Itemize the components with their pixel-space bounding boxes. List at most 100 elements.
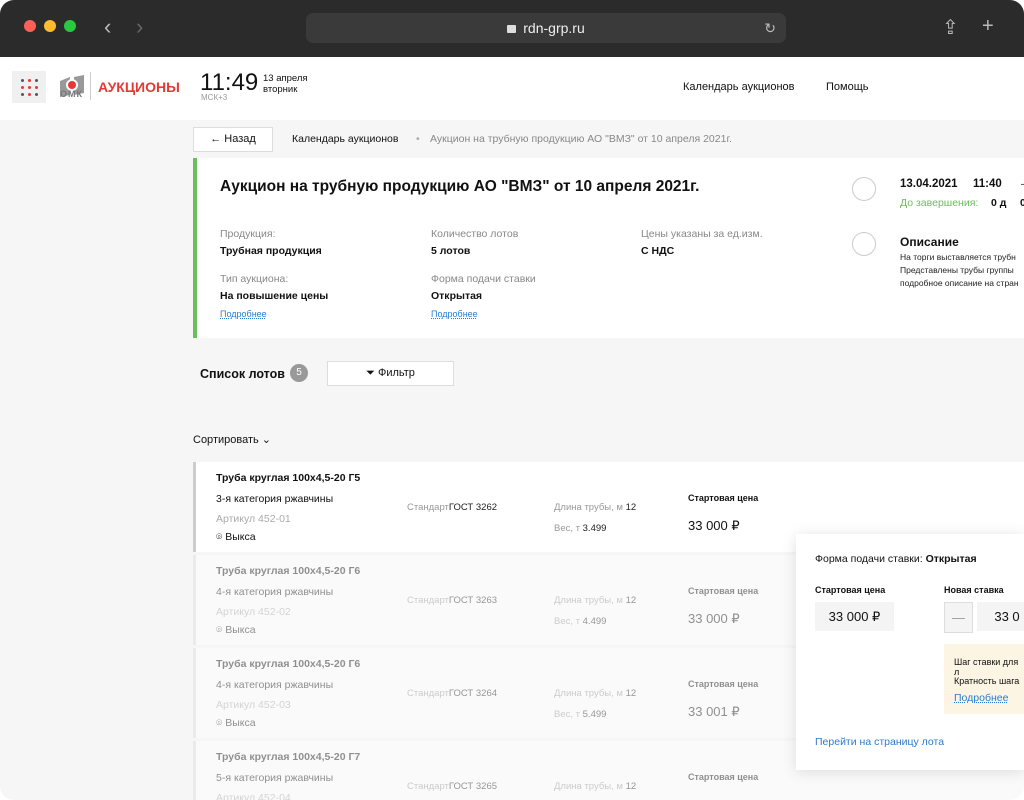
- standard-label: Стандарт: [407, 688, 449, 699]
- field-label: Продукция:: [220, 228, 276, 240]
- price-label: Стартовая цена: [688, 679, 759, 689]
- new-bid-label: Новая ставка: [944, 585, 1004, 595]
- countdown-label: До завершения:: [900, 197, 979, 209]
- brand-title[interactable]: АУКЦИОНЫ: [98, 79, 180, 95]
- location-pin-icon: ⌾: [216, 717, 223, 729]
- weight-value: 4.499: [582, 616, 607, 627]
- back-arrow-icon[interactable]: ‹: [104, 14, 111, 40]
- weight-label: Вес, т: [554, 523, 580, 534]
- lot-name[interactable]: Труба круглая 100х4,5-20 Г6: [216, 658, 360, 670]
- length-label: Длина трубы, м: [554, 688, 623, 699]
- document-icon: [852, 232, 876, 256]
- standard-value: ГОСТ 3262: [448, 502, 498, 513]
- browser-toolbar: ‹ › rdn-grp.ru ↻ ⇪ +: [0, 0, 1024, 57]
- price-value: 33 000 ₽: [688, 611, 740, 626]
- length-label: Длина трубы, м: [554, 502, 623, 513]
- close-window-button[interactable]: [24, 20, 36, 32]
- lot-name[interactable]: Труба круглая 100х4,5-20 Г7: [216, 751, 360, 763]
- forward-arrow-icon[interactable]: ›: [136, 14, 143, 40]
- lot-article: Артикул 452-02: [216, 606, 291, 618]
- standard-value: ГОСТ 3265: [448, 781, 498, 792]
- decrement-button[interactable]: —: [944, 602, 973, 633]
- lot-name[interactable]: Труба круглая 100х4,5-20 Г6: [216, 565, 360, 577]
- bid-popover: Форма подачи ставки: Открытая Стартовая …: [796, 534, 1024, 770]
- lot-category: 4-я категория ржавчины: [216, 586, 334, 598]
- start-price-value: 33 000 ₽: [815, 602, 894, 631]
- standard-label: Стандарт: [407, 781, 449, 792]
- price-value: 33 000 ₽: [688, 518, 740, 533]
- filter-icon: ⏷: [366, 367, 375, 379]
- more-link[interactable]: Подробнее: [954, 692, 1008, 704]
- field-value: Трубная продукция: [220, 245, 322, 257]
- more-link[interactable]: Подробнее: [220, 309, 267, 319]
- zoom-window-button[interactable]: [64, 20, 76, 32]
- lot-category: 4-я категория ржавчины: [216, 679, 334, 691]
- description-line: подробное описание на стран: [900, 278, 1019, 288]
- lot-category: 3-я категория ржавчины: [216, 493, 334, 505]
- lot-category: 5-я категория ржавчины: [216, 772, 334, 784]
- field-value: С НДС: [641, 245, 675, 257]
- field-value: Открытая: [431, 290, 483, 302]
- countdown-days: 0 д: [991, 197, 1007, 209]
- nav-link-calendar[interactable]: Календарь аукционов: [683, 81, 794, 93]
- length-label: Длина трубы, м: [554, 781, 623, 792]
- weekday-text: вторник: [263, 84, 298, 95]
- field-value: На повышение цены: [220, 290, 329, 302]
- weight-label: Вес, т: [554, 709, 580, 720]
- date-text: 13 апреля: [263, 73, 308, 84]
- clock-date: 13 апреля вторник: [263, 73, 308, 95]
- end-date: 13.04.2021: [900, 178, 958, 190]
- filter-label: Фильтр: [377, 367, 415, 379]
- lot-name[interactable]: Труба круглая 100х4,5-20 Г5: [216, 472, 360, 484]
- new-bid-input[interactable]: 33 0: [977, 602, 1024, 631]
- timezone: МСК+3: [201, 93, 228, 102]
- new-tab-icon[interactable]: +: [982, 15, 994, 38]
- reload-icon[interactable]: ↻: [764, 13, 776, 43]
- field-label: Цены указаны за ед.изм.: [641, 228, 763, 240]
- lot-article: Артикул 452-01: [216, 513, 291, 525]
- field-label: Форма подачи ставки: [431, 273, 536, 285]
- minimize-window-button[interactable]: [44, 20, 56, 32]
- length-value: 12: [625, 502, 637, 513]
- logo-text: ОМК: [60, 89, 83, 99]
- standard-label: Стандарт: [407, 502, 449, 513]
- bid-step-info: Шаг ставки для л Кратность шага Подробне…: [944, 644, 1024, 714]
- lots-count-badge: 5: [290, 364, 308, 382]
- share-icon[interactable]: ⇪: [942, 15, 959, 40]
- url-text: rdn-grp.ru: [523, 20, 585, 36]
- filter-button[interactable]: ⏷ Фильтр: [327, 361, 454, 386]
- location-pin-icon: ⌾: [216, 624, 223, 636]
- lot-article: Артикул 452-04: [216, 792, 291, 800]
- price-value: 33 001 ₽: [688, 704, 740, 719]
- auction-card: Аукцион на трубную продукцию АО "ВМЗ" от…: [193, 158, 1024, 338]
- countdown-hours: 0: [1020, 197, 1024, 209]
- end-time: 11:40: [973, 178, 1002, 190]
- length-label: Длина трубы, м: [554, 595, 623, 606]
- address-bar[interactable]: rdn-grp.ru ↻: [306, 13, 786, 43]
- breadcrumb-calendar[interactable]: Календарь аукционов: [292, 133, 398, 145]
- field-label: Количество лотов: [431, 228, 519, 240]
- weight-value: 5.499: [582, 709, 607, 720]
- standard-label: Стандарт: [407, 595, 449, 606]
- lots-title: Список лотов: [200, 367, 285, 381]
- field-label: Тип аукциона:: [220, 273, 289, 285]
- price-label: Стартовая цена: [688, 493, 759, 503]
- description-line: На торги выставляется трубн: [900, 252, 1016, 262]
- more-link[interactable]: Подробнее: [431, 309, 478, 319]
- weight-label: Вес, т: [554, 616, 580, 627]
- bid-form-value: Открытая: [925, 553, 977, 565]
- back-label: Назад: [224, 133, 256, 145]
- lot-location: Выкса: [225, 717, 256, 729]
- apps-menu-button[interactable]: [12, 71, 46, 103]
- nav-link-help[interactable]: Помощь: [826, 81, 869, 93]
- goto-lot-link[interactable]: Перейти на страницу лота: [815, 736, 944, 748]
- lot-location: Выкса: [225, 624, 256, 636]
- sort-label: Сортировать: [193, 434, 259, 446]
- multiplicity-text: Кратность шага: [954, 676, 1020, 686]
- length-value: 12: [625, 781, 637, 792]
- price-label: Стартовая цена: [688, 586, 759, 596]
- sort-dropdown[interactable]: Сортировать ⌄: [193, 433, 271, 446]
- lot-location: Выкса: [225, 531, 256, 543]
- back-button[interactable]: ← Назад: [193, 127, 273, 152]
- bid-form-label: Форма подачи ставки:: [815, 553, 923, 565]
